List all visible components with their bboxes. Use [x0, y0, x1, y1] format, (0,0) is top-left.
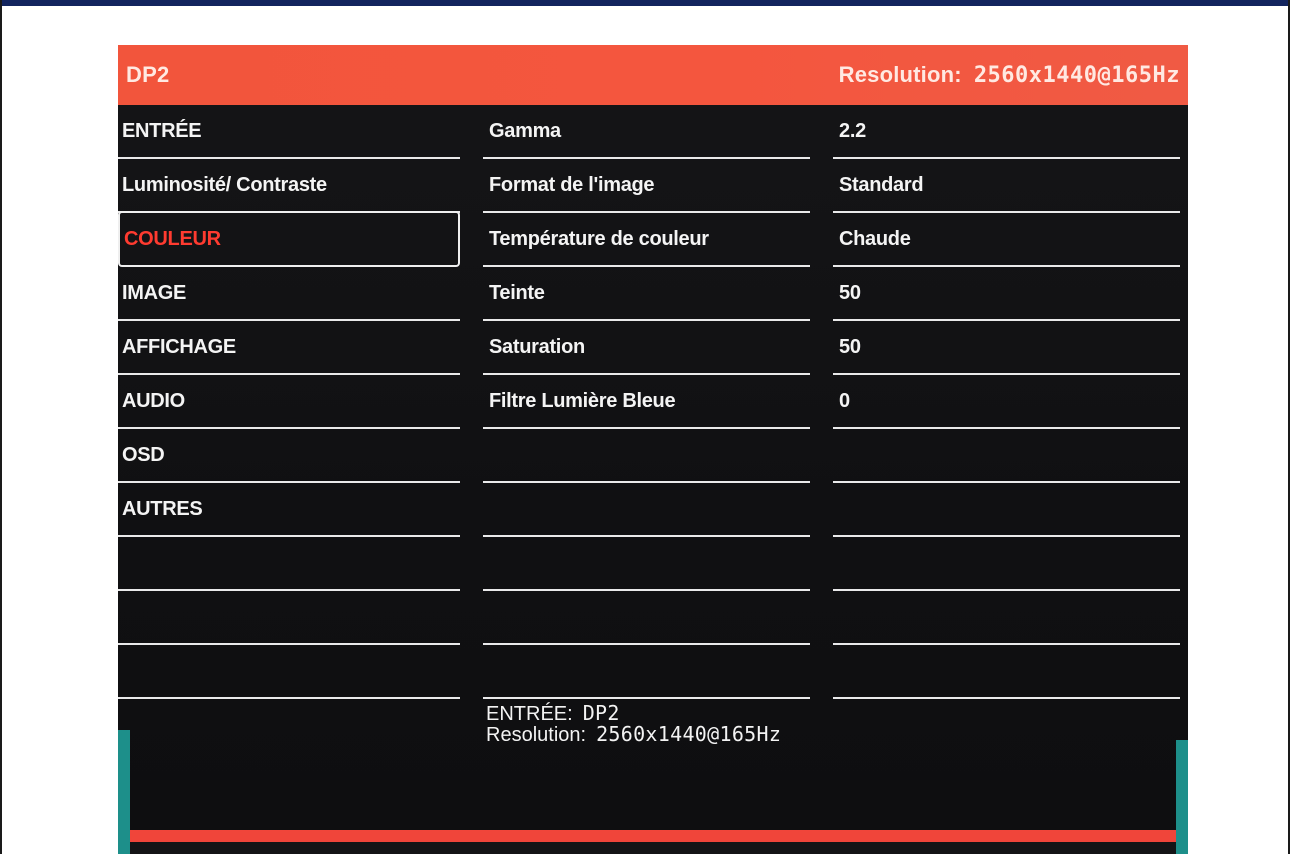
input-info-panel: ENTRÉE: DP2 Resolution: 2560x1440@165Hz [486, 703, 781, 745]
menu-item-label: ENTRÉE [122, 119, 202, 142]
menu-item-couleur[interactable]: COULEUR [118, 211, 460, 267]
value-empty [833, 429, 1180, 483]
osd-bottom-bar [118, 830, 1188, 842]
info-input-line: ENTRÉE: DP2 [486, 703, 781, 724]
menu-item-empty [118, 591, 460, 645]
menu-item-audio[interactable]: AUDIO [118, 375, 460, 429]
setting-empty [483, 429, 810, 483]
osd-settings-list: Gamma Format de l'image Température de c… [483, 105, 818, 699]
menu-item-label: Luminosité/ Contraste [122, 173, 327, 196]
menu-item-label: IMAGE [122, 281, 187, 304]
value-empty [833, 591, 1180, 645]
value-saturation: 50 [833, 321, 1180, 375]
value-gamma: 2.2 [833, 105, 1180, 159]
setting-label: Température de couleur [489, 227, 709, 250]
value-temperature-couleur: Chaude [833, 213, 1180, 267]
setting-label: Format de l'image [489, 173, 655, 196]
setting-value: 0 [839, 389, 850, 412]
setting-empty [483, 591, 810, 645]
setting-empty [483, 483, 810, 537]
setting-empty [483, 537, 810, 591]
header-input-name: DP2 [126, 62, 170, 87]
bezel-right-accent [1176, 740, 1188, 854]
osd-bottom-strip [118, 842, 1188, 854]
info-resolution-line: Resolution: 2560x1440@165Hz [486, 724, 781, 745]
menu-item-label: AUDIO [122, 389, 185, 412]
menu-item-label: OSD [122, 443, 165, 466]
menu-item-image[interactable]: IMAGE [118, 267, 460, 321]
menu-item-label: AFFICHAGE [122, 335, 236, 358]
setting-saturation[interactable]: Saturation [483, 321, 810, 375]
menu-item-luminosite-contraste[interactable]: Luminosité/ Contraste [118, 159, 460, 213]
setting-format-image[interactable]: Format de l'image [483, 159, 810, 213]
setting-value: 50 [839, 335, 861, 358]
info-resolution-label: Resolution: [486, 724, 587, 746]
menu-item-osd[interactable]: OSD [118, 429, 460, 483]
osd-header: DP2 Resolution: 2560x1440@165Hz [118, 45, 1188, 105]
header-resolution-value: 2560x1440@165Hz [973, 63, 1180, 88]
setting-filtre-lumiere-bleue[interactable]: Filtre Lumière Bleue [483, 375, 810, 429]
setting-value: Chaude [839, 227, 911, 250]
setting-label: Saturation [489, 335, 585, 358]
setting-value: 50 [839, 281, 861, 304]
menu-item-label: AUTRES [122, 497, 203, 520]
value-filtre-lumiere-bleue: 0 [833, 375, 1180, 429]
setting-empty [483, 645, 810, 699]
setting-label: Gamma [489, 119, 561, 142]
window-top-border [0, 0, 1290, 6]
info-input-value: DP2 [582, 701, 620, 725]
menu-item-entree[interactable]: ENTRÉE [118, 105, 460, 159]
bezel-left-accent [118, 730, 130, 854]
info-resolution-value: 2560x1440@165Hz [596, 722, 782, 746]
menu-item-empty [118, 645, 460, 699]
value-format-image: Standard [833, 159, 1180, 213]
value-empty [833, 645, 1180, 699]
osd-main-menu: ENTRÉE Luminosité/ Contraste COULEUR IMA… [118, 105, 468, 699]
info-input-label: ENTRÉE: [486, 703, 573, 725]
header-resolution: Resolution: 2560x1440@165Hz [839, 62, 1180, 88]
menu-item-autres[interactable]: AUTRES [118, 483, 460, 537]
osd-screen: DP2 Resolution: 2560x1440@165Hz ENTRÉE Lu… [118, 45, 1188, 854]
value-empty [833, 483, 1180, 537]
osd-values-list: 2.2 Standard Chaude 50 50 0 [833, 105, 1188, 699]
setting-label: Teinte [489, 281, 545, 304]
header-resolution-label: Resolution: [838, 62, 962, 87]
setting-value: 2.2 [839, 119, 866, 142]
setting-gamma[interactable]: Gamma [483, 105, 810, 159]
window-left-border [0, 0, 2, 854]
value-teinte: 50 [833, 267, 1180, 321]
value-empty [833, 537, 1180, 591]
menu-item-label: COULEUR [124, 227, 221, 250]
setting-value: Standard [839, 173, 924, 196]
setting-label: Filtre Lumière Bleue [489, 389, 676, 412]
setting-temperature-couleur[interactable]: Température de couleur [483, 213, 810, 267]
menu-item-affichage[interactable]: AFFICHAGE [118, 321, 460, 375]
setting-teinte[interactable]: Teinte [483, 267, 810, 321]
menu-item-empty [118, 537, 460, 591]
